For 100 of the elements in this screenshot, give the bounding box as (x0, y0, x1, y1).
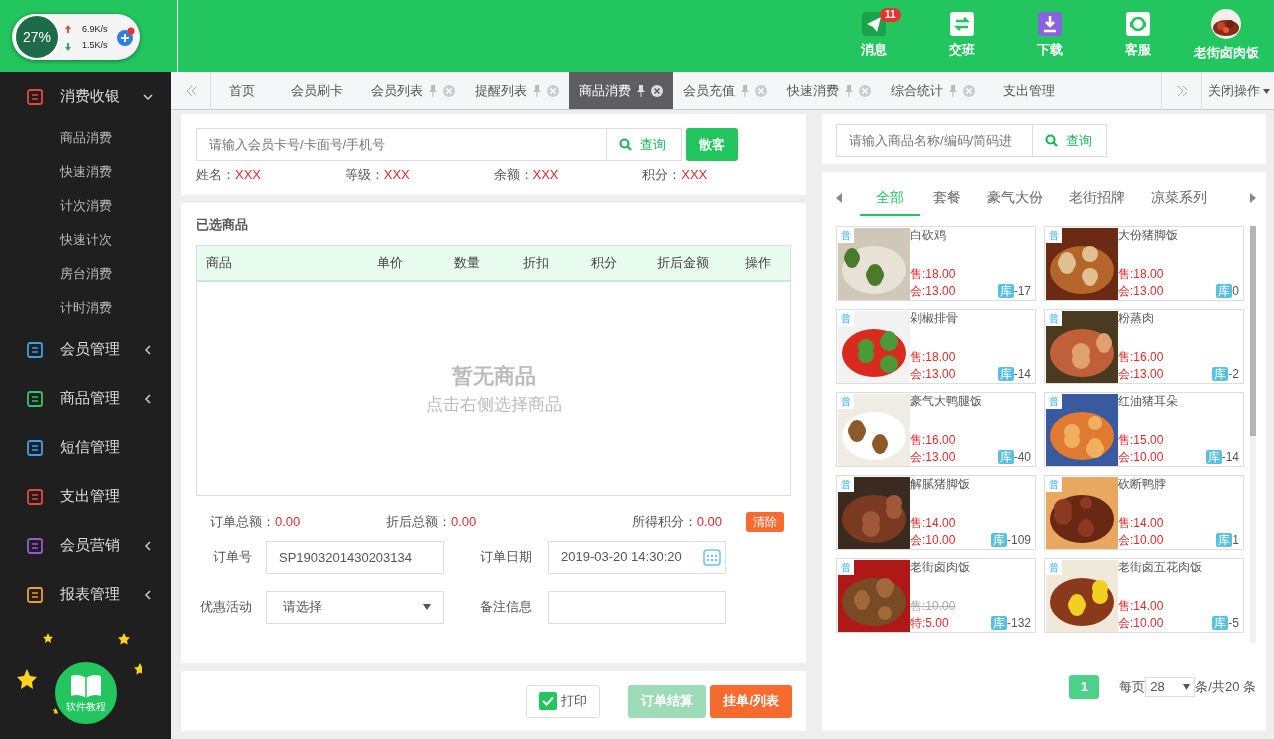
note-field[interactable] (548, 590, 726, 624)
sidebar-subitem[interactable]: 商品消费 (0, 121, 171, 155)
per-page-label: 每页 (1119, 678, 1146, 697)
search-icon (619, 138, 632, 151)
per-page-select[interactable]: 28 (1145, 677, 1196, 697)
column-header: 数量 (453, 254, 481, 273)
column-header: 折扣 (522, 254, 550, 273)
order-date-field[interactable]: 2019-03-20 14:30:20 (548, 540, 726, 574)
member-info: 余额：XXX (493, 166, 560, 184)
field-label: 备注信息 (479, 598, 533, 617)
product-name: 粉蒸肉 (1118, 310, 1155, 327)
product-card[interactable]: 普 砍断鸭脖 售:14.00 会:10.00 库 1 (1044, 475, 1244, 550)
section-title: 已选商品 (196, 215, 249, 234)
sidebar-item[interactable]: 会员营销 (0, 521, 171, 570)
sidebar-item[interactable]: 商品管理 (0, 374, 171, 423)
product-card[interactable]: 普 粉蒸肉 售:16.00 会:13.00 库 -2 (1044, 309, 1244, 384)
pin-icon (637, 85, 645, 97)
close-icon[interactable] (651, 85, 663, 97)
product-card[interactable]: 普 豪气大鸭腿饭 售:16.00 会:13.00 库 -40 (836, 392, 1036, 467)
product-card[interactable]: 普 剁椒排骨 售:18.00 会:13.00 库 -14 (836, 309, 1036, 384)
column-header: 积分 (590, 254, 618, 273)
member-price: 会:13.00 (910, 449, 956, 466)
category-tab[interactable]: 豪气大份 (974, 180, 1056, 216)
product-card[interactable]: 普 大份猪脚饭 售:18.00 会:13.00 库 0 (1044, 226, 1244, 301)
column-header: 商品 (205, 254, 233, 273)
tag-label: 普 (838, 311, 854, 326)
sale-price: 售:15.00 (1118, 432, 1165, 449)
sidebar-item[interactable]: 短信管理 (0, 423, 171, 472)
product-card[interactable]: 普 白砍鸡 售:18.00 会:13.00 库 -17 (836, 226, 1036, 301)
tag-label: 普 (1046, 394, 1062, 409)
tab[interactable]: 支出管理 (985, 72, 1073, 109)
tab[interactable]: 综合统计 (881, 72, 985, 109)
tab[interactable]: 会员充值 (673, 72, 777, 109)
order-number-field[interactable]: SP1903201430203134 (266, 540, 444, 574)
sale-price: 售:10.00 (910, 598, 957, 615)
member-price: 会:13.00 (1118, 283, 1164, 300)
product-name: 大份猪脚饭 (1118, 227, 1179, 244)
scrollbar[interactable] (1250, 226, 1256, 643)
sidebar-subitem[interactable]: 计次消费 (0, 189, 171, 223)
book-icon (68, 672, 103, 699)
product-card[interactable]: 普 老街卤肉饭 售:10.00 特:5.00 库 -132 (836, 558, 1036, 633)
product-card[interactable]: 普 老街卤五花肉饭 售:14.00 会:10.00 库 -5 (1044, 558, 1244, 633)
close-menu-button[interactable]: 关闭操作 (1201, 72, 1274, 110)
left-arrow-icon[interactable] (836, 193, 844, 203)
sidebar-item[interactable]: 消费收银 (0, 72, 171, 121)
tab[interactable]: 快速消费 (777, 72, 881, 109)
stock-count: 库 -109 (990, 532, 1031, 549)
field-label: 订单号 (212, 548, 253, 567)
member-price: 会:10.00 (1118, 532, 1164, 549)
print-checkbox[interactable]: 打印 (526, 684, 601, 718)
stock-count: 库 -14 (997, 366, 1031, 383)
product-search-field[interactable]: 请输入商品名称/编码/简码进 (836, 124, 1033, 157)
search-icon (1045, 134, 1058, 147)
product-card[interactable]: 普 解腻猪脚饭 售:14.00 会:10.00 库 -109 (836, 475, 1036, 550)
tab[interactable]: 提醒列表 (465, 72, 569, 109)
product-name: 白砍鸡 (910, 227, 947, 244)
sale-price: 售:14.00 (1118, 515, 1165, 532)
category-tab[interactable]: 套餐 (920, 180, 974, 216)
tab[interactable]: 会员刷卡 (273, 72, 361, 109)
sidebar-subitem[interactable]: 快速计次 (0, 223, 171, 257)
right-arrow-icon[interactable] (1248, 193, 1256, 203)
sidebar-subitem[interactable]: 房台消费 (0, 257, 171, 291)
sidebar-subitem[interactable]: 计时消费 (0, 291, 171, 325)
arrows-icon (64, 24, 72, 52)
pin-icon (949, 85, 957, 97)
empty-title: 暂无商品 (451, 363, 536, 389)
member-search-field[interactable]: 请输入会员卡号/卡面号/手机号 (196, 128, 607, 161)
promotion-select[interactable]: 请选择 (266, 590, 444, 624)
product-name: 砍断鸭脖 (1118, 476, 1167, 493)
tab[interactable]: 会员列表 (361, 72, 465, 109)
tag-label: 普 (1046, 477, 1062, 492)
double-right-icon (1176, 85, 1187, 97)
stock-count: 库 -17 (997, 283, 1031, 300)
product-name: 老街卤五花肉饭 (1118, 559, 1203, 576)
tag-label: 普 (1046, 311, 1062, 326)
plus-icon[interactable] (116, 27, 136, 47)
calendar-icon (703, 548, 721, 566)
sale-price: 售:18.00 (1118, 266, 1165, 283)
tab[interactable]: 首页 (211, 72, 273, 109)
sidebar-subitem[interactable]: 快速消费 (0, 155, 171, 189)
dropdown-icon (423, 604, 431, 610)
product-name: 红油猪耳朵 (1118, 393, 1179, 410)
sidebar-item[interactable]: 会员管理 (0, 325, 171, 374)
stock-count: 库 0 (1216, 283, 1239, 300)
upload-speed: 6.9K/s (82, 23, 108, 36)
checkbox-checked-icon (539, 692, 558, 710)
category-tab[interactable]: 老街招牌 (1056, 180, 1138, 216)
sidebar-item[interactable]: 报表管理 (0, 570, 171, 619)
tag-label: 普 (838, 394, 854, 409)
total-label: 订单总额：0.00 (210, 513, 302, 532)
tag-label: 普 (1046, 560, 1062, 575)
send-icon (862, 12, 886, 37)
tag-label: 普 (1046, 228, 1062, 243)
total-count: 条/共20 条 (1195, 678, 1256, 697)
category-tab[interactable]: 凉菜系列 (1138, 180, 1220, 216)
header-action-button[interactable]: 消息 11 (830, 0, 918, 72)
product-card[interactable]: 普 红油猪耳朵 售:15.00 会:10.00 库 -14 (1044, 392, 1244, 467)
count-badge: 11 (880, 8, 901, 22)
tab[interactable]: 商品消费 (569, 72, 673, 109)
sidebar-item[interactable]: 支出管理 (0, 472, 171, 521)
